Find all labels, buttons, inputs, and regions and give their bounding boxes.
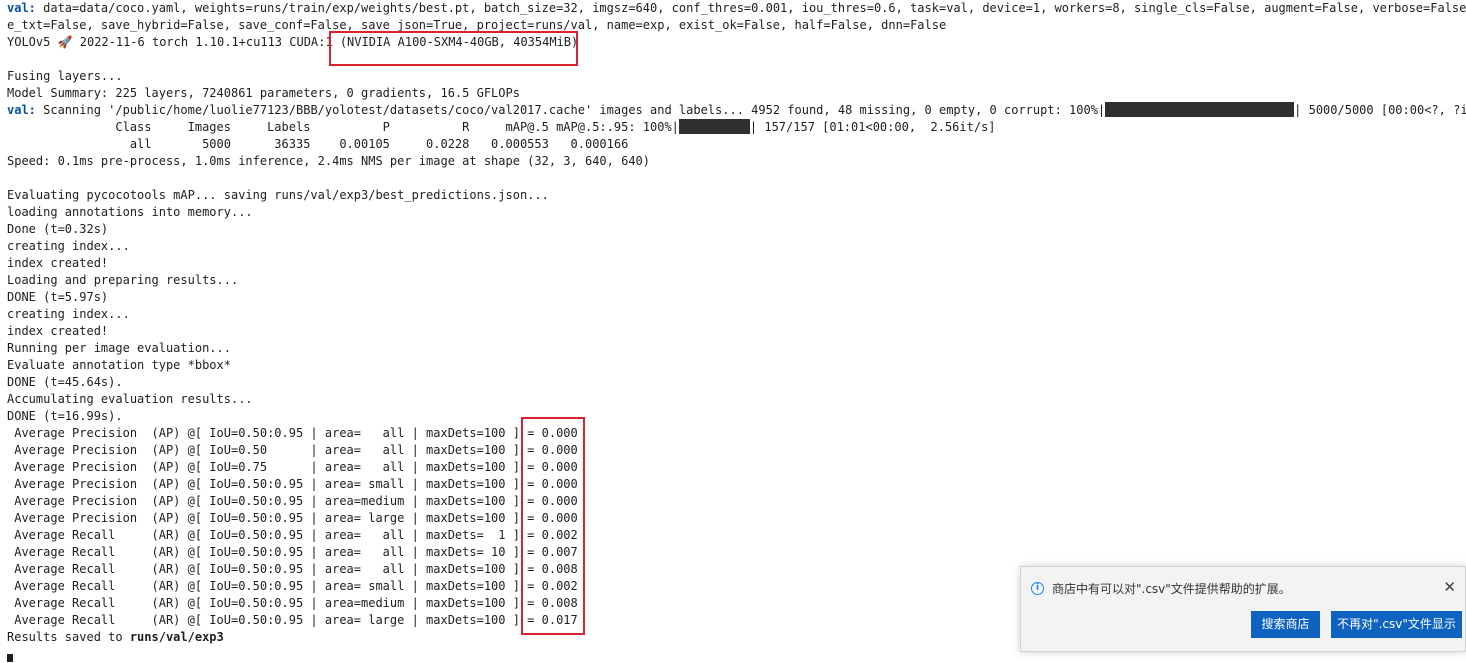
terminal-line: DONE (t=16.99s).	[7, 408, 1462, 425]
terminal-line: Fusing layers...	[7, 68, 1462, 85]
terminal-line: Average Precision (AP) @[ IoU=0.50:0.95 …	[7, 493, 1462, 510]
log-text: Accumulating evaluation results...	[7, 392, 253, 406]
log-text: Average Recall (AR) @[ IoU=0.50:0.95 | a…	[7, 579, 578, 593]
info-icon: i	[1031, 582, 1044, 595]
terminal-line: DONE (t=5.97s)	[7, 289, 1462, 306]
log-text: Average Recall (AR) @[ IoU=0.50:0.95 | a…	[7, 596, 578, 610]
progress-bar	[678, 119, 750, 134]
log-text: Model Summary: 225 layers, 7240861 param…	[7, 86, 520, 100]
log-text: Average Recall (AR) @[ IoU=0.50:0.95 | a…	[7, 613, 578, 627]
log-text: Average Recall (AR) @[ IoU=0.50:0.95 | a…	[7, 528, 578, 542]
search-store-button[interactable]: 搜索商店	[1251, 611, 1320, 638]
dont-show-again-button[interactable]: 不再对".csv"文件显示	[1331, 611, 1462, 638]
terminal-line: Average Recall (AR) @[ IoU=0.50:0.95 | a…	[7, 544, 1462, 561]
terminal-line: Running per image evaluation...	[7, 340, 1462, 357]
terminal-line: Loading and preparing results...	[7, 272, 1462, 289]
terminal-line: Speed: 0.1ms pre-process, 1.0ms inferenc…	[7, 153, 1462, 170]
terminal-line: creating index...	[7, 238, 1462, 255]
extension-recommendation-notification: i 商店中有可以对".csv"文件提供帮助的扩展。 ✕ 搜索商店 不再对".cs…	[1020, 566, 1466, 652]
log-text: Class Images Labels P R mAP@.5 mAP@.5:.9…	[7, 120, 679, 134]
terminal-line: Done (t=0.32s)	[7, 221, 1462, 238]
terminal-line: val: data=data/coco.yaml, weights=runs/t…	[7, 0, 1466, 17]
terminal-line: Evaluating pycocotools mAP... saving run…	[7, 187, 1462, 204]
log-text: Results saved to	[7, 630, 130, 644]
terminal-line: index created!	[7, 323, 1462, 340]
log-prefix: val:	[7, 103, 36, 117]
log-text: DONE (t=16.99s).	[7, 409, 123, 423]
log-text: Average Recall (AR) @[ IoU=0.50:0.95 | a…	[7, 562, 578, 576]
terminal-line: Accumulating evaluation results...	[7, 391, 1462, 408]
log-text: Evaluating pycocotools mAP... saving run…	[7, 188, 549, 202]
progress-status: | 5000/5000 [00:00<?, ?it/s]	[1294, 103, 1466, 117]
log-text: Evaluate annotation type *bbox*	[7, 358, 231, 372]
terminal-line: Average Precision (AP) @[ IoU=0.50:0.95 …	[7, 425, 1462, 442]
gpu-info-highlight-box	[329, 31, 578, 66]
log-text: Running per image evaluation...	[7, 341, 231, 355]
log-text: DONE (t=5.97s)	[7, 290, 109, 304]
progress-bar	[1105, 102, 1295, 117]
log-text: Average Precision (AP) @[ IoU=0.50:0.95 …	[7, 494, 578, 508]
terminal-cursor	[7, 654, 13, 662]
terminal-line: Model Summary: 225 layers, 7240861 param…	[7, 85, 1462, 102]
terminal-line: Evaluate annotation type *bbox*	[7, 357, 1462, 374]
terminal-line: DONE (t=45.64s).	[7, 374, 1462, 391]
terminal-line: all 5000 36335 0.00105 0.0228 0.000553 0…	[7, 136, 1462, 153]
terminal-output: val: data=data/coco.yaml, weights=runs/t…	[7, 0, 1466, 663]
terminal-line: Average Recall (AR) @[ IoU=0.50:0.95 | a…	[7, 527, 1462, 544]
terminal-line: loading annotations into memory...	[7, 204, 1462, 221]
log-text: Average Precision (AP) @[ IoU=0.50:0.95 …	[7, 477, 578, 491]
terminal-line: index created!	[7, 255, 1462, 272]
terminal-line: Average Precision (AP) @[ IoU=0.75 | are…	[7, 459, 1462, 476]
terminal-line: Average Precision (AP) @[ IoU=0.50:0.95 …	[7, 476, 1462, 493]
log-text: Done (t=0.32s)	[7, 222, 109, 236]
log-text: all 5000 36335 0.00105 0.0228 0.000553 0…	[7, 137, 629, 151]
terminal-line: Average Precision (AP) @[ IoU=0.50 | are…	[7, 442, 1462, 459]
log-text: index created!	[7, 324, 109, 338]
log-text: Speed: 0.1ms pre-process, 1.0ms inferenc…	[7, 154, 650, 168]
log-text: creating index...	[7, 239, 130, 253]
log-text: Fusing layers...	[7, 69, 123, 83]
log-text: Average Precision (AP) @[ IoU=0.50 | are…	[7, 443, 578, 457]
notification-message: 商店中有可以对".csv"文件提供帮助的扩展。	[1052, 582, 1291, 596]
log-text: e_txt=False, save_hybrid=False, save_con…	[7, 18, 947, 32]
metric-values-highlight-box	[521, 417, 585, 635]
log-text: DONE (t=45.64s).	[7, 375, 123, 389]
log-text: Average Recall (AR) @[ IoU=0.50:0.95 | a…	[7, 545, 578, 559]
log-text: Scanning '/public/home/luolie77123/BBB/y…	[35, 103, 1106, 117]
terminal-line: val: Scanning '/public/home/luolie77123/…	[7, 102, 1466, 119]
close-icon[interactable]: ✕	[1443, 579, 1456, 595]
log-text: Loading and preparing results...	[7, 273, 239, 287]
log-text: Average Precision (AP) @[ IoU=0.50:0.95 …	[7, 426, 578, 440]
log-prefix: val:	[7, 1, 36, 15]
terminal-line: YOLOv5 🚀 2022-11-6 torch 1.10.1+cu113 CU…	[7, 34, 1462, 51]
log-text: Average Precision (AP) @[ IoU=0.50:0.95 …	[7, 511, 578, 525]
log-text: index created!	[7, 256, 109, 270]
terminal-line: Class Images Labels P R mAP@.5 mAP@.5:.9…	[7, 119, 1462, 136]
results-path: runs/val/exp3	[129, 630, 224, 644]
log-text: Average Precision (AP) @[ IoU=0.75 | are…	[7, 460, 578, 474]
log-text: creating index...	[7, 307, 130, 321]
log-text: loading annotations into memory...	[7, 205, 253, 219]
terminal-line: Average Precision (AP) @[ IoU=0.50:0.95 …	[7, 510, 1462, 527]
log-text: data=data/coco.yaml, weights=runs/train/…	[35, 1, 1466, 15]
terminal-line: e_txt=False, save_hybrid=False, save_con…	[7, 17, 1462, 34]
terminal-line: creating index...	[7, 306, 1462, 323]
progress-status: | 157/157 [01:01<00:00, 2.56it/s]	[749, 120, 996, 134]
